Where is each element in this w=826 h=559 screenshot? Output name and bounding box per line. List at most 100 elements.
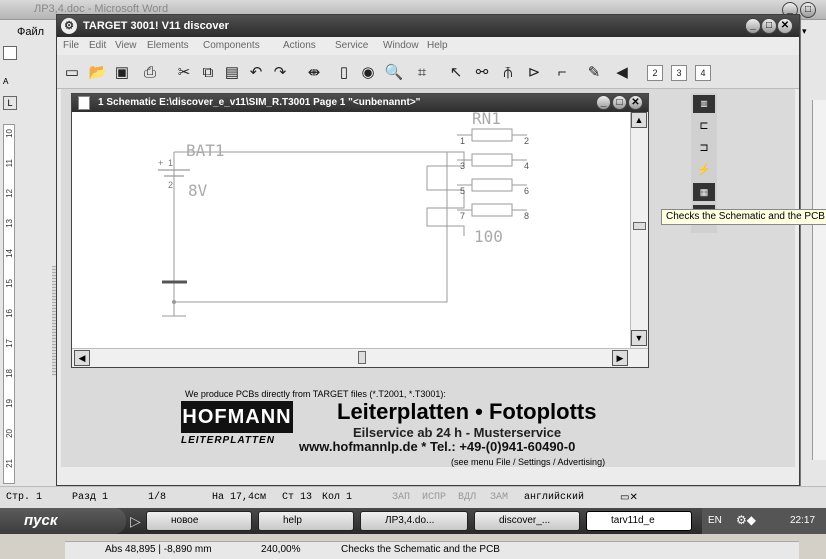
spellcheck-icon[interactable]: ▭✕ [620, 492, 638, 504]
resistor-7-8 [471, 203, 513, 217]
connector-icon[interactable]: ⊏ [693, 117, 715, 135]
mdi-client: 1 Schematic E:\discover_e_v11\SIM_R.T300… [61, 89, 826, 559]
word-status-bar: Стр. 1 Разд 1 1/8 На 17,4см Ст 13 Кол 1 … [0, 486, 826, 508]
task-tarv11d[interactable]: tarv11d_e [586, 511, 692, 531]
task-help[interactable]: help [258, 511, 354, 531]
open-folder-icon[interactable]: 📂 [87, 62, 109, 84]
hofmann-logo-sub: LEITERPLATTEN [181, 435, 275, 446]
menu-window[interactable]: Window [383, 40, 419, 51]
status-pages: 1/8 [148, 492, 167, 503]
horizontal-scroll-thumb[interactable] [358, 351, 366, 364]
sch-minimize-button[interactable]: _ [596, 95, 611, 110]
word-vertical-scrollbar[interactable] [812, 100, 826, 460]
page-4-button[interactable]: 4 [695, 65, 711, 81]
ruler-mark: 11 [5, 159, 14, 168]
paste-icon[interactable]: ▤ [221, 62, 243, 84]
wire-loop [173, 151, 448, 303]
menu-edit[interactable]: Edit [89, 40, 106, 51]
page-3-button[interactable]: 3 [671, 65, 687, 81]
start-button[interactable]: пуск [0, 508, 126, 534]
task-novoe[interactable]: новое [146, 511, 252, 531]
sch-close-button[interactable]: ✕ [628, 95, 643, 110]
undo-icon[interactable]: ↶ [245, 62, 267, 84]
bat-pin-1: 1 [168, 158, 173, 168]
pen-icon[interactable]: ✎ [583, 62, 605, 84]
rn-pin-7: 7 [460, 211, 465, 221]
redo-icon[interactable]: ↷ [269, 62, 291, 84]
vertical-scroll-thumb[interactable] [633, 222, 646, 230]
ruler-mark: 18 [5, 369, 14, 378]
ad-subline: Eilservice ab 24 h - Musterservice [353, 425, 562, 440]
quick-launch-icon[interactable]: ▷ [130, 513, 141, 530]
copy-icon[interactable]: ⧉ [197, 62, 219, 84]
schematic-vertical-scrollbar[interactable]: ▲ ▼ [630, 112, 648, 348]
check-schematic-icon[interactable]: ▦ [693, 183, 715, 201]
probe-icon[interactable]: ◀ [611, 62, 633, 84]
resistor-5-6 [471, 178, 513, 192]
cut-icon[interactable]: ✂ [173, 62, 195, 84]
tab-stop-icon[interactable]: L [3, 96, 17, 110]
tray-icons[interactable]: ⚙◆ [736, 513, 756, 527]
tray-language[interactable]: EN [708, 515, 722, 526]
menu-elements[interactable]: Elements [147, 40, 189, 51]
document-icon [78, 96, 90, 110]
minimize-button[interactable]: _ [745, 18, 761, 34]
rn-pin-3: 3 [460, 161, 465, 171]
task-word-doc[interactable]: ЛР3,4.do... [360, 511, 468, 531]
wire-icon[interactable]: ⌐ [551, 62, 573, 84]
flash-icon[interactable]: ⚡ [693, 161, 715, 179]
target-menu-bar: File Edit View Elements Components Actio… [57, 37, 799, 55]
scroll-down-icon[interactable]: ▼ [631, 330, 647, 346]
sch-maximize-button[interactable]: □ [612, 95, 627, 110]
schematic-canvas[interactable]: 1 2 + BAT1 8V RN1 100 1 2 3 4 5 6 7 8 [72, 109, 630, 348]
status-col: Кол 1 [322, 492, 353, 503]
new-file-icon[interactable]: ▭ [61, 62, 83, 84]
symbol-icon[interactable]: ⫚ [497, 62, 519, 84]
menu-actions[interactable]: Actions [283, 40, 316, 51]
save-icon[interactable]: ▣ [111, 62, 133, 84]
status-ovr[interactable]: ЗАМ [490, 492, 508, 503]
ad-intro: We produce PCBs directly from TARGET fil… [185, 389, 446, 399]
schematic-horizontal-scrollbar[interactable]: ◀ ▶ [72, 348, 648, 367]
schematic-window: 1 Schematic E:\discover_e_v11\SIM_R.T300… [71, 93, 649, 368]
menu-file[interactable]: File [63, 40, 79, 51]
ruler-mark: 20 [5, 429, 14, 438]
pcb-icon[interactable]: ⊐ [693, 139, 715, 157]
scroll-right-icon[interactable]: ▶ [612, 350, 628, 366]
gate-icon[interactable]: ⊳ [523, 62, 545, 84]
pointer-icon[interactable]: ↖ [445, 62, 467, 84]
menu-components[interactable]: Components [203, 40, 260, 51]
dropdown-arrow-icon[interactable]: ▾ [802, 26, 814, 40]
status-language: английский [524, 492, 585, 503]
ruler-mark: 16 [5, 309, 14, 318]
status-trk[interactable]: ИСПР [422, 492, 446, 503]
view-icon[interactable]: ◉ [357, 62, 379, 84]
binoculars-icon[interactable]: ⚯ [471, 62, 493, 84]
menu-help[interactable]: Help [427, 40, 448, 51]
ruler-mark: 13 [5, 219, 14, 228]
close-button[interactable]: ✕ [777, 18, 793, 34]
word-maximize-button[interactable]: □ [800, 2, 816, 18]
draw-icon[interactable]: ᴬ [3, 76, 17, 90]
maximize-button[interactable]: □ [761, 18, 777, 34]
new-doc-icon[interactable] [3, 46, 17, 60]
component-icon[interactable]: ⇼ [303, 62, 325, 84]
menu-service[interactable]: Service [335, 40, 368, 51]
print-icon[interactable]: ⎙ [139, 62, 161, 84]
menu-view[interactable]: View [115, 40, 137, 51]
word-menu-file[interactable]: Файл [17, 26, 44, 38]
status-rec[interactable]: ЗАП [392, 492, 410, 503]
ad-web: www.hofmannlp.de * Tel.: +49-(0)941-6049… [299, 439, 576, 454]
chip-icon[interactable]: ▥ [693, 95, 715, 113]
hofmann-logo: HOFMANN [181, 401, 293, 433]
page-icon[interactable]: ▯ [333, 62, 355, 84]
scroll-left-icon[interactable]: ◀ [74, 350, 90, 366]
zoom-icon[interactable]: 🔍 [383, 62, 405, 84]
status-ext[interactable]: ВДЛ [458, 492, 476, 503]
zoom-fit-icon[interactable]: ⌗ [411, 62, 433, 84]
status-page: Стр. 1 [6, 492, 43, 503]
scroll-up-icon[interactable]: ▲ [631, 112, 647, 128]
page-2-button[interactable]: 2 [647, 65, 663, 81]
task-discover[interactable]: discover_... [474, 511, 580, 531]
word-left-area: Файл ᴬ L 10 11 12 13 14 15 16 17 18 19 20 21 [0, 20, 62, 486]
